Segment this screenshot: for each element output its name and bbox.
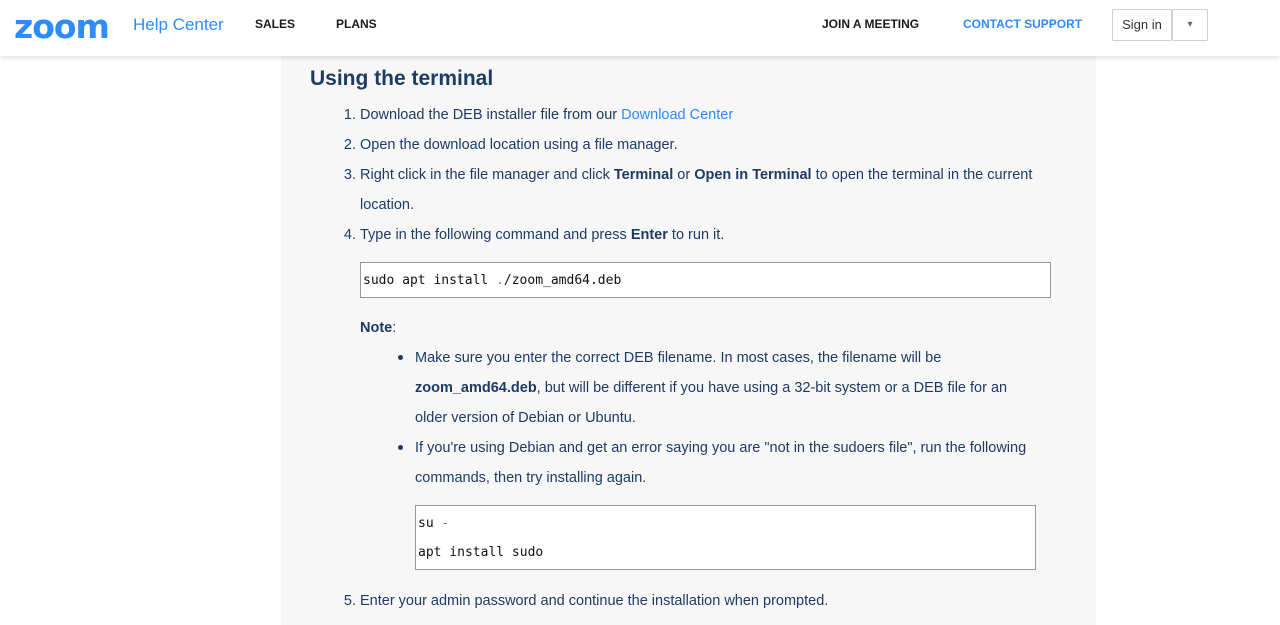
step-number: 4. — [343, 227, 356, 243]
bullet-2-line-1: If you're using Debian and get an error … — [415, 440, 1027, 456]
note-label: Note — [360, 320, 393, 336]
code-token: . — [496, 273, 504, 288]
step-1-text: Download the DEB installer file from our… — [360, 106, 733, 124]
chevron-down-icon: ▾ — [1187, 19, 1193, 30]
note-heading: Note: — [360, 319, 396, 337]
step-4-part: Type in the following command and press — [360, 227, 631, 243]
bullet-1-line-2: zoom_amd64.deb, but will be different if… — [415, 379, 1007, 397]
step-3-continuation: location. — [360, 197, 415, 213]
bullet-1-line-1: Make sure you enter the correct DEB file… — [415, 350, 942, 366]
step-3-text: Right click in the file manager and clic… — [360, 166, 1032, 184]
section-heading: Using the terminal — [310, 67, 494, 90]
code-token: - — [441, 516, 450, 531]
dropdown-button[interactable]: ▾ — [1172, 9, 1208, 41]
nav-plans[interactable]: PLANS — [336, 17, 377, 32]
step-1-label: Download the DEB installer file from our — [360, 107, 622, 123]
nav-join-meeting[interactable]: JOIN A MEETING — [822, 17, 919, 32]
step-3-part: or — [673, 167, 695, 183]
download-center-link[interactable]: Download Center — [621, 107, 733, 123]
step-number: 5. — [343, 593, 356, 609]
step-3-part: Right click in the file manager and clic… — [360, 167, 614, 183]
step-4-text: Type in the following command and press … — [360, 226, 724, 244]
code-token: /zoom_amd64 — [503, 273, 590, 288]
help-center-link[interactable]: Help Center — [133, 15, 224, 35]
note-colon: : — [392, 320, 397, 336]
step-number: 1. — [343, 107, 356, 123]
filename-label: zoom_amd64.deb — [415, 380, 537, 396]
step-number: 3. — [343, 167, 356, 183]
step-number: 2. — [343, 137, 356, 153]
code-block-sudo[interactable]: su - apt install sudo — [415, 505, 1036, 570]
bullet-1-line-3: older version of Debian or Ubuntu. — [415, 410, 636, 426]
terminal-label: Terminal — [613, 167, 674, 183]
nav-contact-support[interactable]: CONTACT SUPPORT — [963, 17, 1082, 32]
bullet-icon — [398, 355, 403, 360]
bullet-2-line-2: commands, then try installing again. — [415, 470, 647, 486]
nav-sales[interactable]: SALES — [255, 17, 295, 32]
step-2-text: Open the download location using a file … — [360, 137, 678, 153]
bullet-icon — [398, 445, 403, 450]
code-line: apt install sudo — [418, 545, 544, 560]
code-line: sudo apt install ./zoom_amd64.deb — [363, 273, 621, 289]
top-header: zoom Help Center SALES PLANS JOIN A MEET… — [0, 0, 1280, 56]
code-line: su - — [418, 516, 449, 532]
code-block-install[interactable]: sudo apt install ./zoom_amd64.deb — [360, 262, 1051, 298]
open-in-terminal-label: Open in Terminal — [694, 167, 812, 183]
bullet-1-part: , but will be different if you have usin… — [536, 380, 1008, 396]
zoom-logo[interactable]: zoom — [14, 9, 110, 45]
sign-in-button[interactable]: Sign in — [1112, 9, 1172, 41]
code-token: su — [418, 516, 442, 531]
step-4-part: to run it. — [667, 227, 725, 243]
code-token: .deb — [589, 273, 622, 288]
step-3-part: to open the terminal in the current — [811, 167, 1033, 183]
step-5-text: Enter your admin password and continue t… — [360, 593, 829, 609]
code-token: sudo apt install — [363, 273, 497, 288]
enter-key-label: Enter — [630, 227, 668, 243]
